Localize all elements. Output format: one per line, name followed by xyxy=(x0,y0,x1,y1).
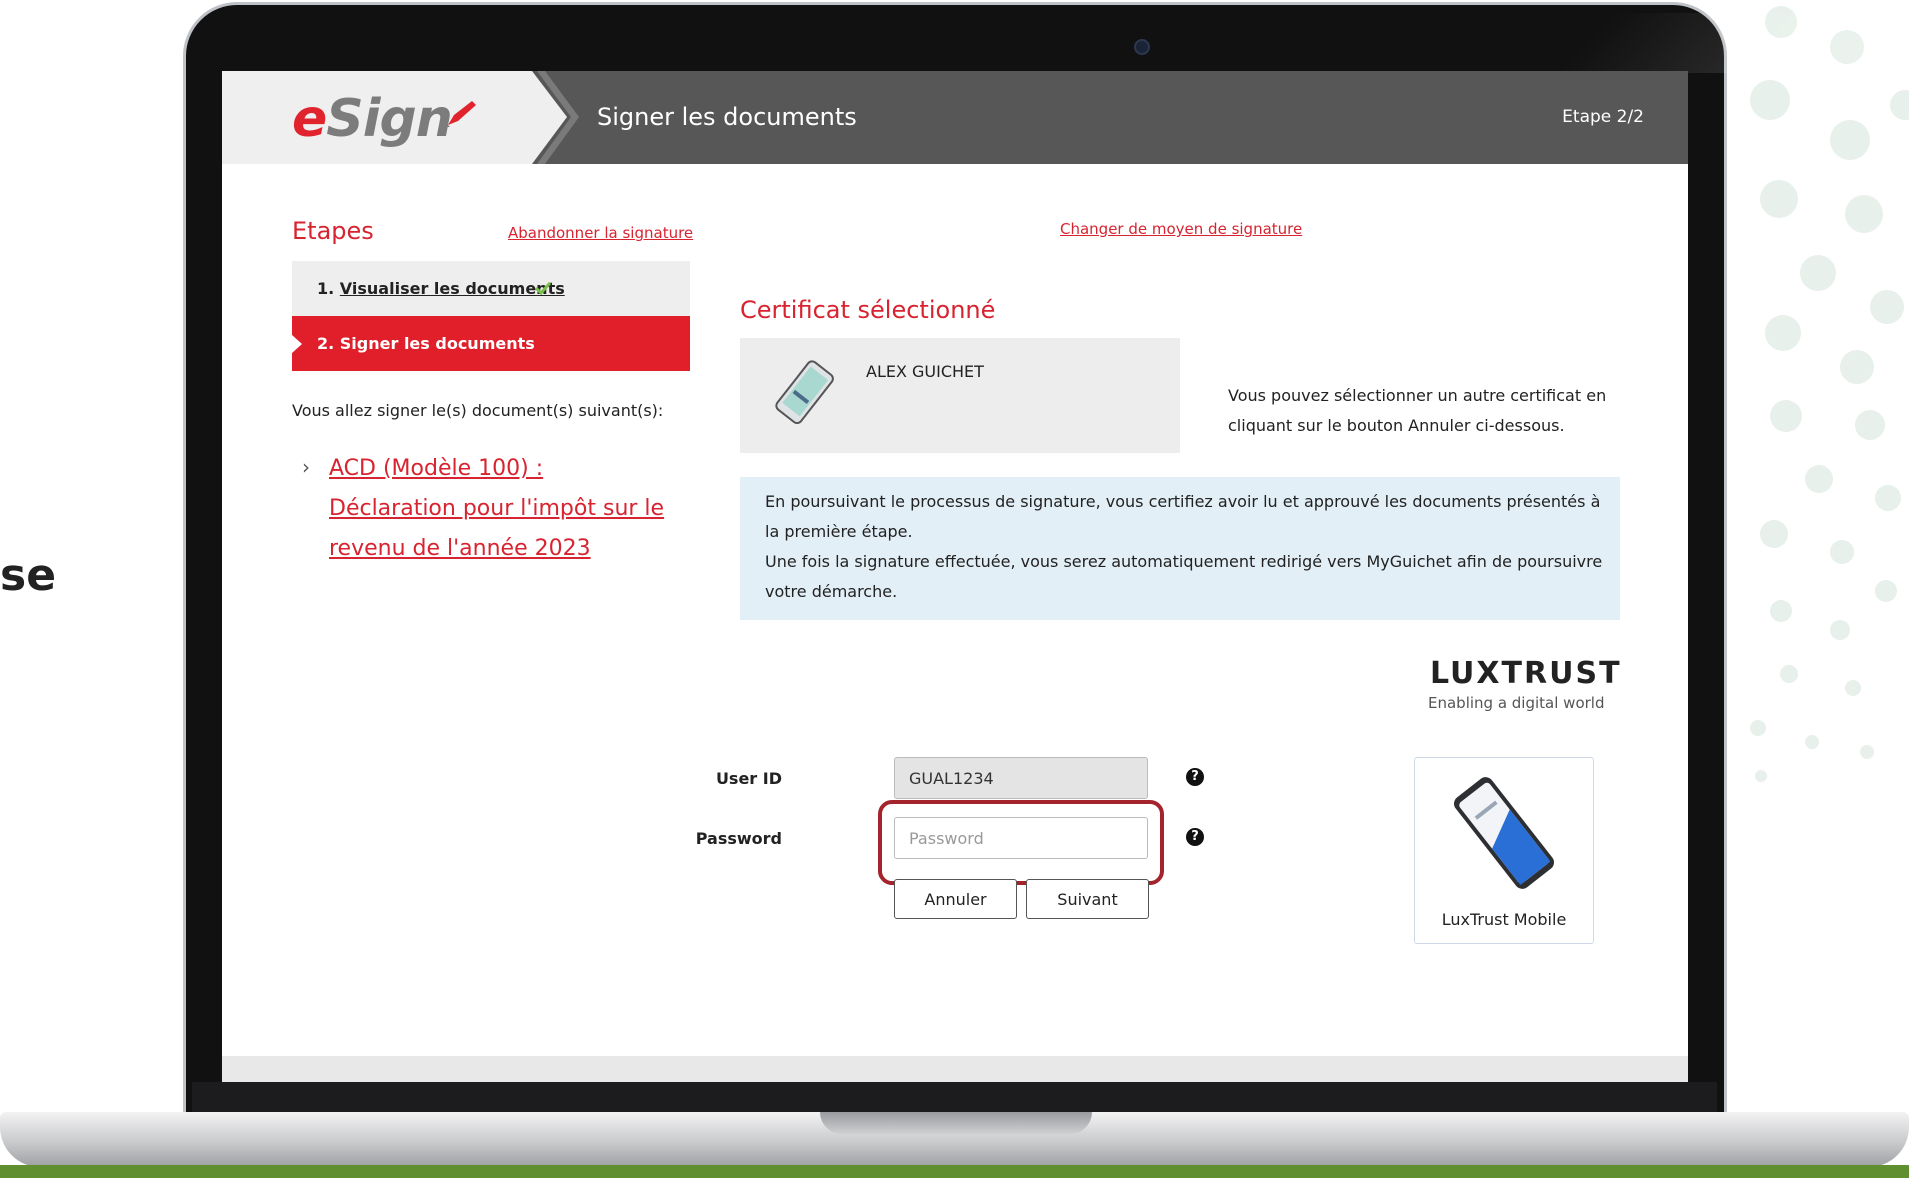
certificate-heading: Certificat sélectionné xyxy=(740,296,996,324)
checkmark-icon xyxy=(534,281,552,295)
ground-strip xyxy=(0,1165,1909,1178)
laptop-notch xyxy=(820,1112,1092,1134)
step-sign-documents: 2. Signer les documents xyxy=(292,316,690,371)
certificate-holder: ALEX GUICHET xyxy=(866,362,984,381)
abandon-signature-link[interactable]: Abandonner la signature xyxy=(508,224,693,242)
password-label: Password xyxy=(695,829,782,848)
user-id-field: GUAL1234 xyxy=(894,757,1148,799)
documents-intro: Vous allez signer le(s) document(s) suiv… xyxy=(292,401,664,420)
step1-text: 1. Visualiser les documents xyxy=(317,279,565,298)
page-title: Signer les documents xyxy=(597,103,857,131)
logo-sign: Sign xyxy=(326,89,453,149)
notice-line-2: Une fois la signature effectuée, vous se… xyxy=(765,552,1603,601)
step2-label: 2. Signer les documents xyxy=(317,334,535,353)
step-view-documents: 1. Visualiser les documents xyxy=(292,261,690,316)
mobile-phone-icon xyxy=(775,360,834,425)
cancel-button[interactable]: Annuler xyxy=(894,879,1017,919)
change-signature-method-link[interactable]: Changer de moyen de signature xyxy=(1060,220,1302,238)
password-help-icon[interactable]: ? xyxy=(1186,828,1204,846)
notice-line-1: En poursuivant le processus de signature… xyxy=(765,492,1601,541)
signature-notice: En poursuivant le processus de signature… xyxy=(740,477,1620,620)
chevron-right-icon: › xyxy=(302,455,310,479)
step-indicator: Etape 2/2 xyxy=(1562,107,1644,127)
user-id-help-icon[interactable]: ? xyxy=(1186,768,1204,786)
webcam-icon xyxy=(1134,39,1150,55)
lid-sheen xyxy=(1556,13,1909,73)
luxtrust-mobile-phone-icon xyxy=(1454,777,1554,889)
logo-e: e xyxy=(292,89,327,149)
next-button[interactable]: Suivant xyxy=(1026,879,1149,919)
luxtrust-logo: LUXTRUST xyxy=(1430,656,1622,691)
certificate-help-text: Vous pouvez sélectionner un autre certif… xyxy=(1228,386,1607,435)
pen-icon xyxy=(446,101,476,127)
esign-logo: eSign xyxy=(292,89,453,149)
luxtrust-tagline: Enabling a digital world xyxy=(1428,694,1605,712)
esign-app-screen: eSign Signer les documents Etape 2/2 Eta… xyxy=(222,71,1688,1082)
step1-number: 1. xyxy=(317,279,335,298)
document-link[interactable]: ACD (Modèle 100) : Déclaration pour l'im… xyxy=(329,449,674,569)
steps-heading: Etapes xyxy=(292,217,374,245)
password-highlight-frame xyxy=(878,800,1164,885)
user-id-label: User ID xyxy=(715,769,782,788)
selected-certificate-card: ALEX GUICHET xyxy=(740,338,1180,453)
laptop-bezel-bottom xyxy=(192,1082,1717,1116)
screen-footer-strip xyxy=(222,1056,1688,1082)
luxtrust-mobile-label: LuxTrust Mobile xyxy=(1441,910,1567,929)
background-partial-text: se xyxy=(0,550,57,601)
luxtrust-mobile-option[interactable]: LuxTrust Mobile xyxy=(1414,757,1594,944)
background-dot-pattern xyxy=(1730,0,1909,800)
step1-link[interactable]: Visualiser les documents xyxy=(340,279,565,298)
